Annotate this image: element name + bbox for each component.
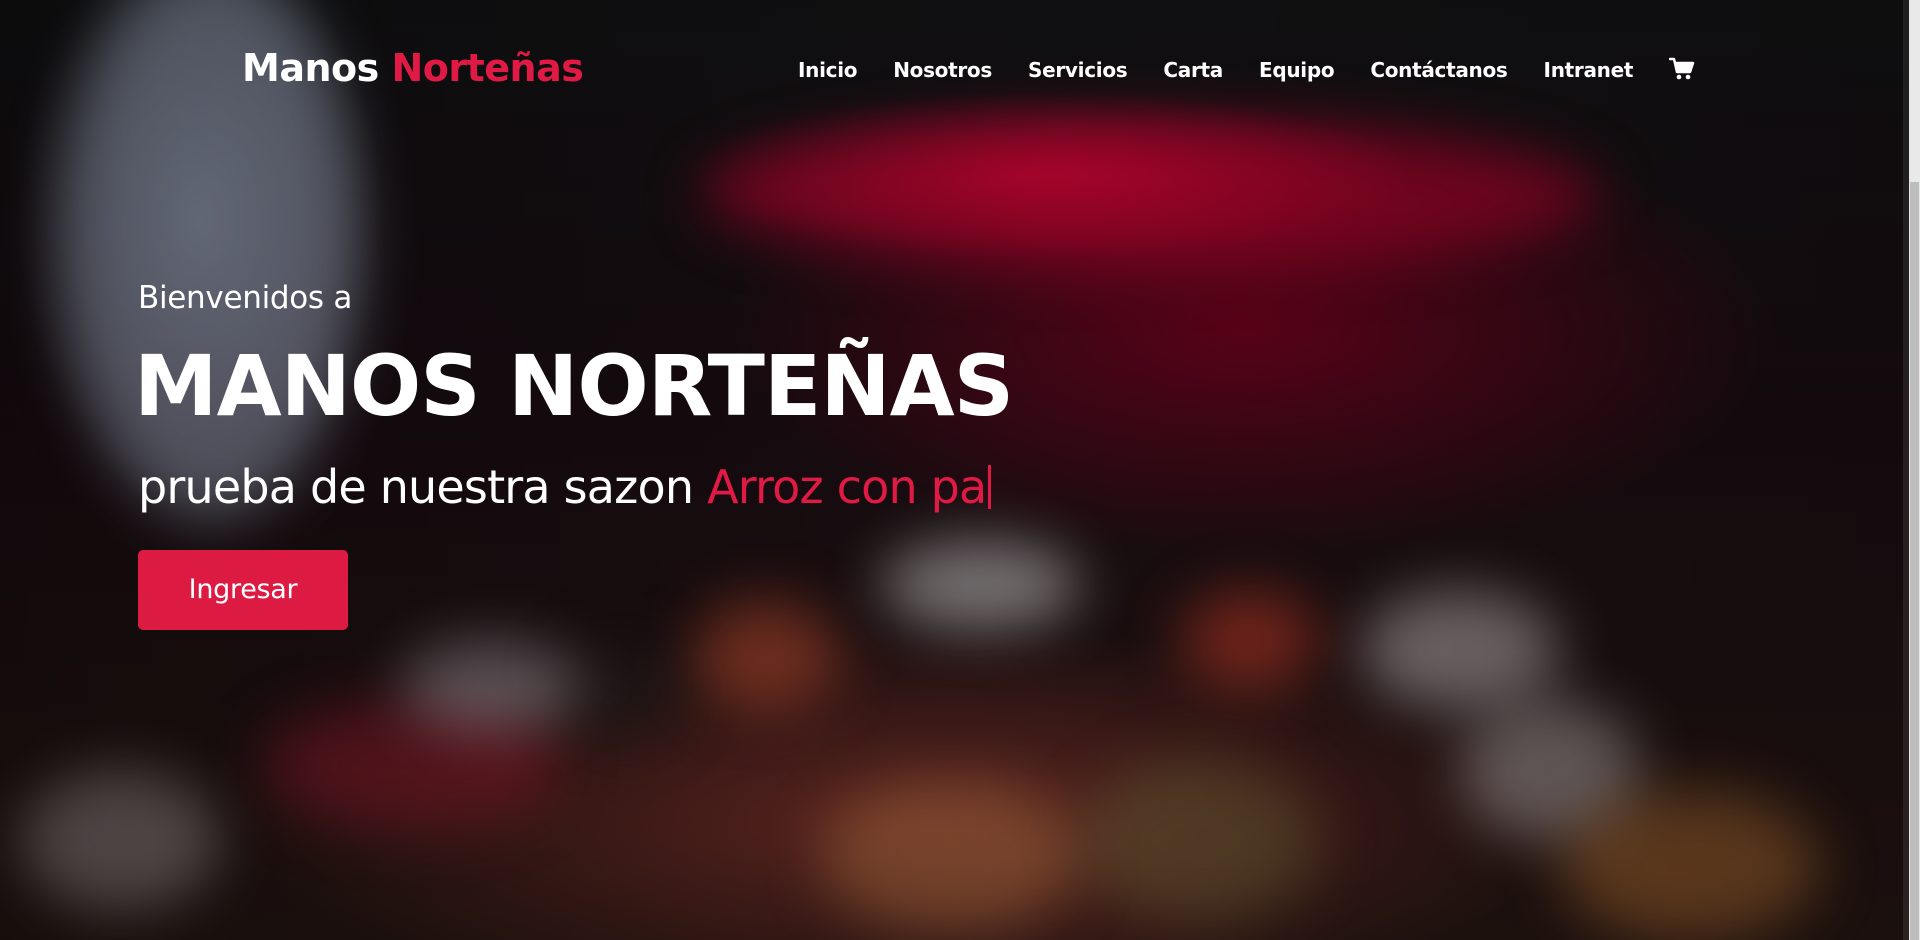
shopping-cart-icon[interactable] <box>1668 56 1695 82</box>
nav-link-carta[interactable]: Carta <box>1163 58 1223 82</box>
ingresar-button[interactable]: Ingresar <box>138 550 348 631</box>
site-header: Manos Norteñas Inicio Nosotros Servicios… <box>0 0 1900 145</box>
tagline-prefix: prueba de nuestra sazon <box>138 460 708 515</box>
hero-title: MANOS NORTEÑAS <box>134 337 1014 435</box>
hero-welcome-text: Bienvenidos a <box>138 280 353 316</box>
nav-link-intranet[interactable]: Intranet <box>1544 58 1634 82</box>
nav-link-contactanos[interactable]: Contáctanos <box>1370 58 1508 82</box>
typed-dish-text: Arroz con pa <box>707 460 987 515</box>
nav-link-equipo[interactable]: Equipo <box>1259 58 1335 82</box>
nav-link-nosotros[interactable]: Nosotros <box>893 58 992 82</box>
page: Manos Norteñas Inicio Nosotros Servicios… <box>0 0 1920 940</box>
typing-caret <box>988 465 992 510</box>
nav-link-inicio[interactable]: Inicio <box>798 58 857 82</box>
main-nav: Inicio Nosotros Servicios Carta Equipo C… <box>798 56 1695 82</box>
vertical-scrollbar[interactable] <box>1909 0 1920 940</box>
brand-name: Manos <box>242 46 392 90</box>
brand-name-accent: Norteñas <box>391 46 584 90</box>
brand-logo[interactable]: Manos Norteñas <box>242 46 584 90</box>
nav-link-servicios[interactable]: Servicios <box>1028 58 1128 82</box>
hero-tagline: prueba de nuestra sazon Arroz con pa <box>138 460 1013 514</box>
hero-content: Bienvenidos a MANOS NORTEÑAS prueba de n… <box>134 280 1014 631</box>
scrollbar-thumb[interactable] <box>1910 182 1919 940</box>
